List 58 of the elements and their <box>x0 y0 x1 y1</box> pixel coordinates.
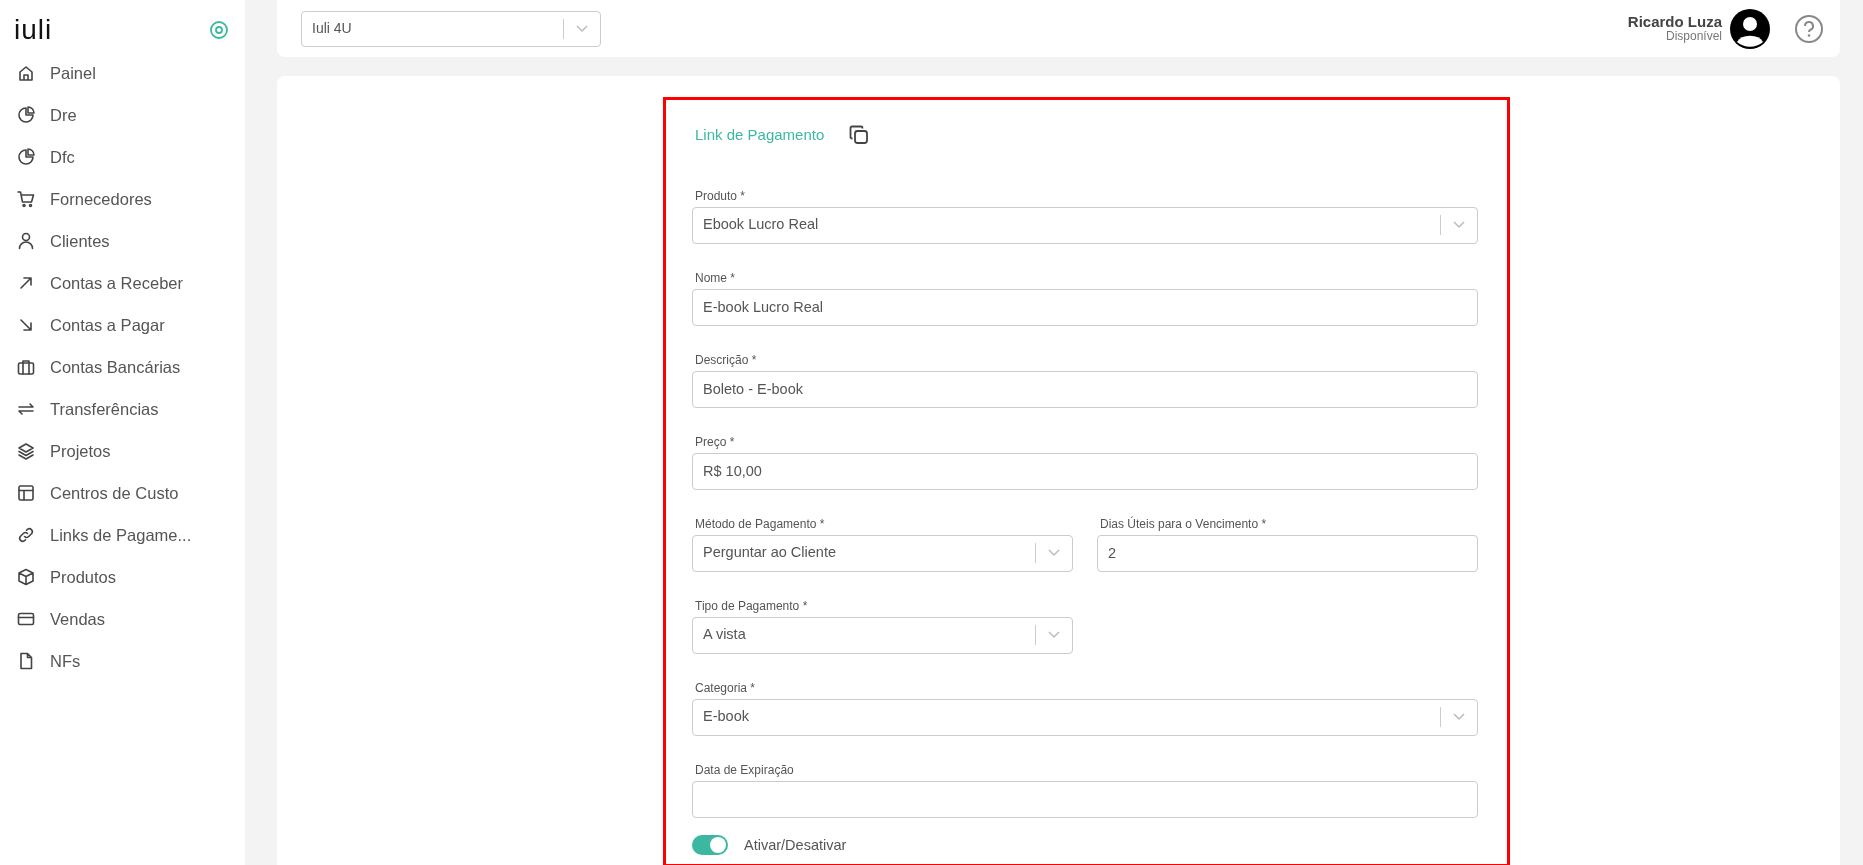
dropdown-field[interactable]: E-book <box>692 698 1478 736</box>
person-icon <box>16 231 36 251</box>
sidebar-item[interactable]: Contas a Pagar <box>0 304 245 346</box>
field-label: Categoria * <box>695 679 757 697</box>
sidebar-item[interactable]: Contas Bancárias <box>0 346 245 388</box>
chevron-down-icon <box>1048 631 1060 639</box>
dropdown-field[interactable]: A vista <box>692 616 1073 654</box>
toggle-switch[interactable] <box>692 835 728 856</box>
home-icon <box>16 63 36 83</box>
input-field[interactable]: 2 <box>1097 534 1478 572</box>
help-icon[interactable] <box>1794 13 1824 44</box>
chevron-down-icon <box>576 24 588 33</box>
briefcase-icon <box>16 357 36 377</box>
toggle-label: Ativar/Desativar <box>744 835 847 855</box>
sidebar-item[interactable]: NFs <box>0 640 245 682</box>
layout-icon <box>16 483 36 503</box>
sidebar-item[interactable]: Dfc <box>0 136 245 178</box>
chevron-down-icon <box>1453 221 1465 229</box>
sidebar-item[interactable]: Vendas <box>0 598 245 640</box>
avatar-icon[interactable] <box>1730 8 1770 49</box>
pie-chart-icon <box>16 147 36 167</box>
copy-icon[interactable] <box>848 124 871 147</box>
layers-icon <box>16 441 36 461</box>
input-field[interactable]: R$ 10,00 <box>692 452 1478 490</box>
sidebar-item[interactable]: Dre <box>0 94 245 136</box>
sidebar-item[interactable]: Produtos <box>0 556 245 598</box>
field-label: Dias Úteis para o Vencimento * <box>1100 515 1268 533</box>
sidebar-item[interactable]: Centros de Custo <box>0 472 245 514</box>
link-icon <box>16 525 36 545</box>
sidebar-item[interactable]: Fornecedores <box>0 178 245 220</box>
sidebar-item[interactable]: Clientes <box>0 220 245 262</box>
dropdown-field[interactable]: Ebook Lucro Real <box>692 206 1478 244</box>
chevron-down-icon <box>1048 549 1060 557</box>
pie-chart-icon <box>16 105 36 125</box>
user-status: Disponível <box>1664 30 1722 44</box>
input-field[interactable]: Boleto - E-book <box>692 370 1478 408</box>
logo: iuli <box>14 16 53 44</box>
input-field[interactable]: E-book Lucro Real <box>692 288 1478 326</box>
field-label: Data de Expiração <box>695 761 795 779</box>
user-name: Ricardo Luza <box>1627 13 1722 31</box>
sidebar-item[interactable]: Links de Pagame... <box>0 514 245 556</box>
cart-icon <box>16 189 36 209</box>
box-icon <box>16 567 36 587</box>
company-select[interactable]: Iuli 4U <box>301 10 601 47</box>
field-label: Descrição * <box>695 351 758 369</box>
sidebar-item[interactable]: Painel <box>0 52 245 94</box>
sidebar-item[interactable]: Contas a Receber <box>0 262 245 304</box>
field-label: Método de Pagamento * <box>695 515 826 533</box>
field-label: Preço * <box>695 433 736 451</box>
sidebar-item[interactable]: Projetos <box>0 430 245 472</box>
target-icon[interactable] <box>209 20 229 40</box>
field-label: Tipo de Pagamento * <box>695 597 809 615</box>
chevron-down-icon <box>1453 713 1465 721</box>
sidebar-item[interactable]: Transferências <box>0 388 245 430</box>
field-label: Produto * <box>695 187 747 205</box>
dropdown-field[interactable]: Perguntar ao Cliente <box>692 534 1073 572</box>
field-label: Nome * <box>695 269 736 287</box>
input-field[interactable] <box>692 780 1478 818</box>
